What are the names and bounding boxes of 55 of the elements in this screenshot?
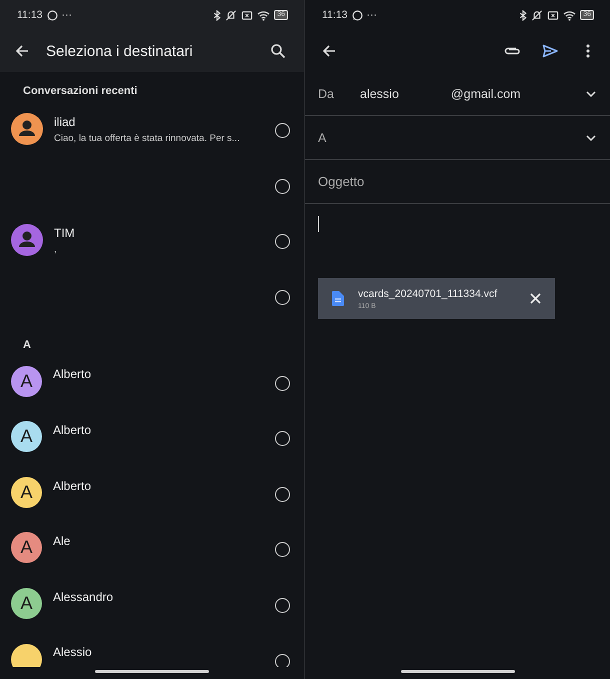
contact-name: Alessandro bbox=[53, 590, 114, 604]
paperclip-icon[interactable] bbox=[503, 45, 521, 57]
mute-icon bbox=[531, 10, 544, 20]
sim-icon bbox=[241, 10, 254, 20]
avatar: A bbox=[11, 421, 42, 452]
search-button[interactable] bbox=[268, 41, 288, 61]
field-label: Da bbox=[318, 86, 335, 100]
clock: 11:13 bbox=[17, 9, 42, 21]
radio-button[interactable] bbox=[275, 486, 290, 502]
message-preview: Ciao, la tua offerta è stata rinnovata. Per s... bbox=[54, 133, 241, 144]
mute-icon bbox=[225, 10, 238, 20]
wifi-icon bbox=[257, 10, 270, 20]
radio-button[interactable] bbox=[275, 542, 290, 558]
document-icon bbox=[332, 291, 344, 306]
more-icon[interactable] bbox=[586, 44, 590, 58]
more-notifications: ··· bbox=[62, 9, 72, 21]
contact-name: Alessio bbox=[53, 645, 93, 660]
more-notifications: ··· bbox=[366, 9, 377, 21]
text-cursor bbox=[318, 216, 319, 232]
sim-icon bbox=[547, 10, 560, 20]
avatar: A bbox=[11, 476, 42, 508]
chevron-down-icon[interactable] bbox=[586, 134, 596, 140]
file-name: vcards_20240701_111334.vcf bbox=[358, 288, 498, 300]
radio-button[interactable] bbox=[275, 290, 290, 306]
contact-name: TIM bbox=[54, 226, 76, 240]
close-icon[interactable] bbox=[530, 293, 541, 304]
clock: 11:13 bbox=[322, 9, 348, 21]
sender-name: alessio bbox=[360, 86, 399, 100]
sender-domain: @gmail.com bbox=[450, 86, 522, 100]
chat-icon bbox=[46, 10, 58, 20]
contact-name: Alberto bbox=[53, 478, 92, 493]
contact-name: Alberto bbox=[53, 367, 92, 382]
section-header: A bbox=[22, 338, 32, 354]
avatar: A bbox=[11, 366, 42, 397]
radio-button[interactable] bbox=[275, 234, 290, 250]
subject-field[interactable]: Oggetto bbox=[318, 174, 364, 189]
radio-button[interactable] bbox=[275, 598, 290, 614]
radio-button[interactable] bbox=[275, 376, 290, 391]
contact-name: Ale bbox=[53, 534, 72, 548]
chevron-down-icon[interactable] bbox=[586, 90, 596, 96]
message-preview: , bbox=[54, 244, 58, 256]
avatar: A bbox=[11, 588, 42, 620]
radio-button[interactable] bbox=[275, 123, 290, 138]
contact-name: Alberto bbox=[53, 422, 92, 437]
screen-title: Seleziona i destinatari bbox=[46, 42, 194, 60]
radio-button[interactable] bbox=[275, 178, 290, 194]
radio-button[interactable] bbox=[275, 431, 290, 446]
avatar: A bbox=[11, 532, 42, 564]
wifi-icon bbox=[563, 10, 576, 20]
section-header: Conversazioni recenti bbox=[22, 84, 138, 99]
field-label: A bbox=[318, 130, 328, 144]
bluetooth-icon bbox=[213, 10, 222, 20]
contact-name: iliad bbox=[54, 115, 76, 129]
chat-icon bbox=[352, 10, 362, 20]
bluetooth-icon bbox=[519, 10, 528, 20]
